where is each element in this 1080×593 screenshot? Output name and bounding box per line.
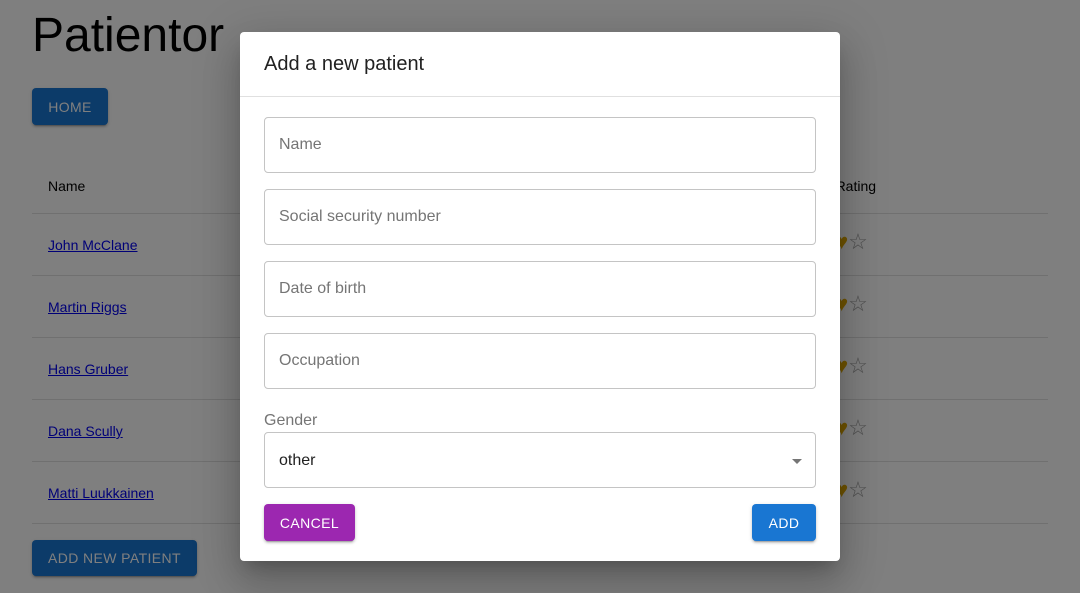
name-field bbox=[264, 117, 816, 173]
gender-select[interactable]: other bbox=[264, 432, 816, 488]
occupation-field bbox=[264, 333, 816, 389]
date-of-birth-input[interactable] bbox=[265, 262, 815, 316]
date-of-birth-field bbox=[264, 261, 816, 317]
add-patient-dialog: Add a new patient Gender other CANCEL AD… bbox=[240, 32, 840, 561]
dialog-divider bbox=[240, 96, 840, 97]
gender-label: Gender bbox=[264, 412, 318, 429]
caret-down-icon bbox=[792, 459, 802, 464]
ssn-input[interactable] bbox=[265, 190, 815, 244]
occupation-input[interactable] bbox=[265, 334, 815, 388]
add-button[interactable]: ADD bbox=[752, 504, 816, 541]
cancel-button[interactable]: CANCEL bbox=[264, 504, 355, 541]
gender-select-value: other bbox=[279, 452, 316, 469]
name-input[interactable] bbox=[265, 118, 815, 172]
dialog-title: Add a new patient bbox=[264, 53, 425, 75]
ssn-field bbox=[264, 189, 816, 245]
